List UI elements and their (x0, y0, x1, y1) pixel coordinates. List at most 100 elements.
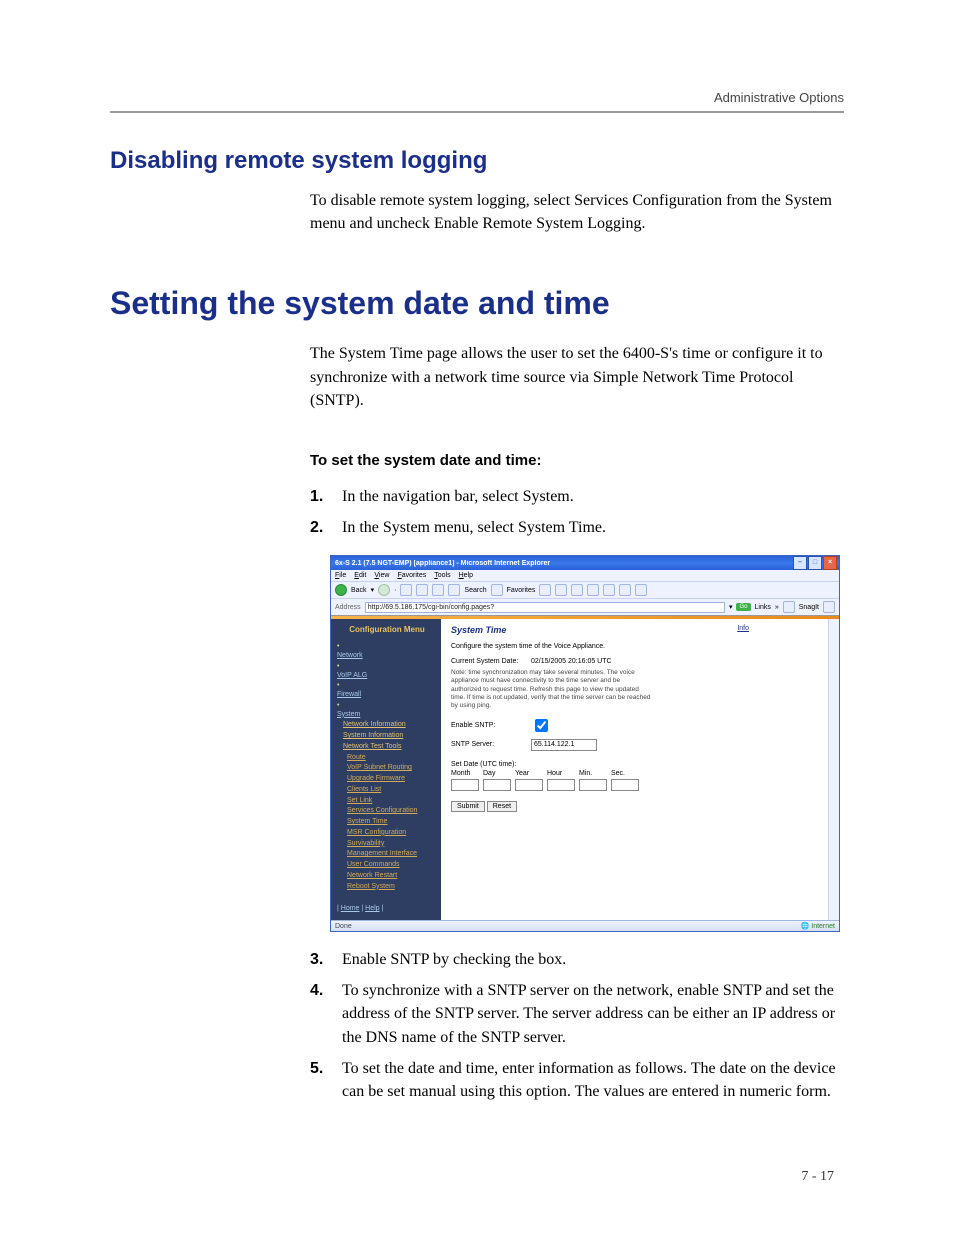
nav-home[interactable]: Home (341, 905, 360, 912)
address-input[interactable]: http://69.5.186.175/cgi-bin/config.pages… (365, 602, 725, 613)
section-heading-disabling: Disabling remote system logging (110, 147, 844, 175)
nav-voip-subnet[interactable]: VoIP Subnet Routing (347, 764, 437, 773)
config-main-panel: Info System Time Configure the system ti… (441, 619, 839, 920)
snagit-label[interactable]: SnagIt (799, 604, 819, 611)
media-icon[interactable] (539, 584, 551, 596)
nav-reboot-system[interactable]: Reboot System (347, 883, 437, 892)
nav-network-restart[interactable]: Network Restart (347, 872, 437, 881)
step-list-continued: Enable SNTP by checking the box. To sync… (310, 948, 844, 1103)
refresh-icon[interactable] (416, 584, 428, 596)
edit-icon[interactable] (603, 584, 615, 596)
menu-help[interactable]: Help (459, 572, 473, 579)
nav-user-commands[interactable]: User Commands (347, 861, 437, 870)
go-button[interactable]: Go (736, 603, 750, 611)
min-input[interactable] (579, 779, 607, 791)
close-button[interactable]: × (823, 556, 837, 570)
snagit-icon[interactable] (783, 601, 795, 613)
hour-input[interactable] (547, 779, 575, 791)
nav-clients-list[interactable]: Clients List (347, 786, 437, 795)
maximize-button[interactable]: □ (808, 556, 822, 570)
menu-view[interactable]: View (374, 572, 389, 579)
set-date-label: Set Date (UTC time): (451, 761, 829, 768)
snagit-extra-icon[interactable] (823, 601, 835, 613)
col-min: Min. (579, 770, 592, 777)
step-1: In the navigation bar, select System. (310, 485, 844, 508)
reset-button[interactable]: Reset (487, 801, 517, 812)
enable-sntp-label: Enable SNTP: (451, 722, 525, 729)
nav-system-time[interactable]: System Time (347, 818, 437, 827)
links-label[interactable]: Links (755, 604, 771, 611)
stop-icon[interactable] (400, 584, 412, 596)
nav-msr-config[interactable]: MSR Configuration (347, 829, 437, 838)
section2-intro: The System Time page allows the user to … (310, 342, 844, 412)
menu-tools[interactable]: Tools (434, 572, 450, 579)
nav-set-link[interactable]: Set Link (347, 797, 437, 806)
nav-survivability[interactable]: Survivability (347, 840, 437, 849)
current-date-label: Current System Date: (451, 658, 525, 665)
ie-toolbar: Back ▾ · Search Favorites (331, 582, 839, 599)
address-label: Address (335, 604, 361, 611)
status-done: Done (335, 923, 352, 930)
search-icon[interactable] (448, 584, 460, 596)
step-4: To synchronize with a SNTP server on the… (310, 979, 844, 1049)
favorites-label[interactable]: Favorites (507, 587, 536, 594)
date-grid: Month Day Year Hour Min. Sec. (451, 770, 829, 791)
menu-file[interactable]: File (335, 572, 346, 579)
step-3: Enable SNTP by checking the box. (310, 948, 844, 971)
forward-icon[interactable] (378, 584, 390, 596)
sntp-server-input[interactable] (531, 739, 597, 751)
nav-help[interactable]: Help (365, 905, 379, 912)
day-input[interactable] (483, 779, 511, 791)
running-header: Administrative Options (110, 90, 844, 111)
nav-upgrade-firmware[interactable]: Upgrade Firmware (347, 775, 437, 784)
status-zone: Internet (811, 923, 835, 930)
col-sec: Sec. (611, 770, 625, 777)
minimize-button[interactable]: – (793, 556, 807, 570)
nav-network[interactable]: Network (337, 652, 437, 661)
sec-input[interactable] (611, 779, 639, 791)
col-month: Month (451, 770, 470, 777)
history-icon[interactable] (555, 584, 567, 596)
nav-system-info[interactable]: System Information (343, 732, 437, 741)
scrollbar[interactable] (828, 619, 839, 920)
print-icon[interactable] (587, 584, 599, 596)
panel-description: Configure the system time of the Voice A… (451, 643, 829, 650)
panel-title: System Time (451, 625, 829, 635)
nav-services-config[interactable]: Services Configuration (347, 807, 437, 816)
nav-system[interactable]: System (337, 711, 437, 720)
address-dropdown-icon[interactable]: ▾ (729, 603, 733, 611)
sync-note: Note: time synchronization may take seve… (451, 669, 651, 710)
favorites-icon[interactable] (491, 584, 503, 596)
section-heading-datetime: Setting the system date and time (110, 285, 844, 322)
col-hour: Hour (547, 770, 562, 777)
ie-menubar: File Edit View Favorites Tools Help (331, 570, 839, 582)
nav-route[interactable]: Route (347, 754, 437, 763)
mail-icon[interactable] (571, 584, 583, 596)
page-number: 7 - 17 (801, 1169, 834, 1185)
procedure-title: To set the system date and time: (310, 452, 844, 469)
step-2: In the System menu, select System Time. (310, 516, 844, 539)
submit-button[interactable]: Submit (451, 801, 485, 812)
sidebar-bottom-links: | Home | Help | (337, 905, 437, 914)
nav-mgmt-interface[interactable]: Management Interface (347, 850, 437, 859)
back-label[interactable]: Back (351, 587, 367, 594)
year-input[interactable] (515, 779, 543, 791)
messenger-icon[interactable] (635, 584, 647, 596)
nav-network-info[interactable]: Network Information (343, 721, 437, 730)
enable-sntp-checkbox[interactable] (535, 719, 548, 732)
menu-edit[interactable]: Edit (354, 572, 366, 579)
current-date-value: 02/15/2005 20:16:05 UTC (531, 658, 612, 665)
section1-body: To disable remote system logging, select… (310, 189, 844, 235)
step-5: To set the date and time, enter informat… (310, 1057, 844, 1103)
ie-statusbar: Done 🌐 Internet (331, 920, 839, 931)
home-icon[interactable] (432, 584, 444, 596)
discuss-icon[interactable] (619, 584, 631, 596)
nav-voip-alg[interactable]: VoIP ALG (337, 672, 437, 681)
month-input[interactable] (451, 779, 479, 791)
menu-favorites[interactable]: Favorites (397, 572, 426, 579)
nav-network-test[interactable]: Network Test Tools (343, 743, 437, 752)
info-link[interactable]: Info (737, 625, 749, 632)
back-icon[interactable] (335, 584, 347, 596)
search-label[interactable]: Search (464, 587, 486, 594)
nav-firewall[interactable]: Firewall (337, 691, 437, 700)
